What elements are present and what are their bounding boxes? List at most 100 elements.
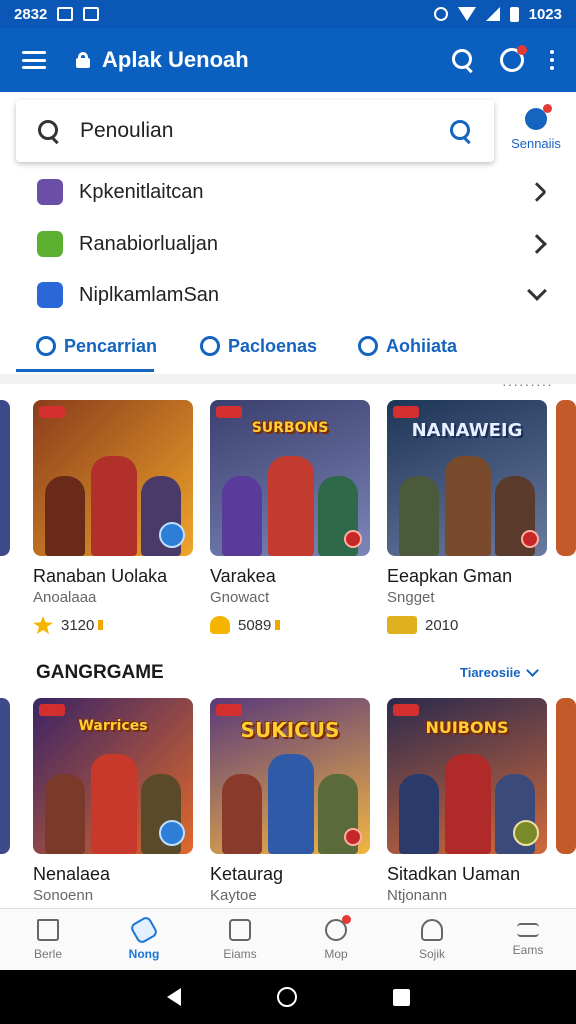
sennaiis-button[interactable]: Sennaiis xyxy=(500,104,572,156)
game-rating: 3120 xyxy=(33,616,193,634)
drag-handle[interactable]: ········· xyxy=(502,377,553,391)
character-figure xyxy=(222,476,262,556)
game-thumbnail: SURBONS xyxy=(210,400,370,556)
partial-card-left[interactable] xyxy=(0,698,10,854)
new-badge xyxy=(39,406,65,418)
location-pin-icon xyxy=(527,234,547,254)
game-rating: 2010 xyxy=(387,616,547,634)
badge-icon xyxy=(344,828,362,846)
list-icon xyxy=(229,919,251,941)
game-card[interactable]: SURBONS Varakea Gnowact 5089 xyxy=(210,400,370,634)
nav-item-berle[interactable]: Berle xyxy=(0,909,96,970)
game-subtitle: Gnowact xyxy=(210,589,270,606)
suggestion-item[interactable]: Ranabiorlualjan xyxy=(0,219,576,269)
chevron-down-icon xyxy=(526,663,540,677)
nav-label: Mop xyxy=(324,947,348,961)
wifi-icon xyxy=(457,7,476,21)
game-card[interactable]: SUKICUS Ketaurag Kaytoe xyxy=(210,698,370,904)
game-thumbnail: Warrices xyxy=(33,698,193,854)
character-figure xyxy=(268,754,314,854)
search-bar xyxy=(16,100,494,162)
game-app-icon xyxy=(37,179,63,205)
menu-icon[interactable] xyxy=(22,51,46,69)
signal-icon xyxy=(485,7,500,21)
nav-label: Sojik xyxy=(418,947,445,961)
search-submit-icon[interactable] xyxy=(450,120,472,142)
coin-icon xyxy=(275,620,281,630)
nav-item-mop[interactable]: Mop xyxy=(288,909,384,970)
game-card[interactable]: Ranaban Uolaka Anoalaaa 3120 xyxy=(33,400,193,634)
nav-item-eams[interactable]: Eams xyxy=(480,909,576,970)
suggestion-item[interactable]: Kpkenitlaitcan xyxy=(0,167,576,217)
system-navigation-bar xyxy=(0,970,576,1024)
character-figure xyxy=(399,476,439,556)
nav-item-eiams[interactable]: Eiams xyxy=(192,909,288,970)
suggestion-label: Kpkenitlaitcan xyxy=(79,180,204,203)
see-more-label: Tiareosiie xyxy=(460,665,521,680)
tab-pacloenas[interactable]: Pacloenas xyxy=(200,322,317,370)
character-figure xyxy=(445,456,491,556)
search-input[interactable] xyxy=(80,119,442,143)
game-logo: NANAWEIG xyxy=(411,420,523,441)
crown-icon xyxy=(210,616,230,634)
notification-icon-2 xyxy=(83,7,100,21)
game-card[interactable]: NUIBONS Sitadkan Uaman Ntjonann xyxy=(387,698,547,904)
partial-card-right[interactable] xyxy=(556,400,576,556)
new-badge xyxy=(39,704,65,716)
location-pin-icon xyxy=(527,182,547,202)
tab-label: Pencarrian xyxy=(64,335,158,356)
green-app-icon xyxy=(37,231,63,257)
compass-icon xyxy=(358,336,378,356)
lock-icon xyxy=(76,52,90,68)
game-card[interactable]: Warrices Nenalaea Sonoenn xyxy=(33,698,193,904)
notification-bell-icon[interactable] xyxy=(500,45,527,72)
home-icon xyxy=(37,919,59,941)
home-button-icon[interactable] xyxy=(276,987,297,1007)
suggestion-item[interactable]: NiplkamlamSan xyxy=(0,270,576,320)
nav-label: Berle xyxy=(33,947,62,961)
nav-label: Eams xyxy=(512,943,544,957)
new-badge xyxy=(216,406,242,418)
star-icon xyxy=(33,616,53,634)
game-logo: SUKICUS xyxy=(240,718,340,742)
game-title: Varakea xyxy=(210,566,276,586)
game-title: Eeapkan Gman xyxy=(387,566,513,586)
game-logo: NUIBONS xyxy=(425,718,509,737)
partial-card-right[interactable] xyxy=(556,698,576,854)
recents-icon[interactable] xyxy=(392,988,410,1006)
tab-label: Pacloenas xyxy=(228,335,318,356)
tab-pencarrian[interactable]: Pencarrian xyxy=(36,322,157,370)
app-title: Aplak Uenoah xyxy=(102,47,249,72)
game-subtitle: Sonoenn xyxy=(33,887,94,904)
active-tab-indicator xyxy=(16,369,154,372)
character-figure xyxy=(45,774,85,854)
game-thumbnail: NANAWEIG xyxy=(387,400,547,556)
see-more-link[interactable]: Tiareosiie xyxy=(460,663,540,680)
suggestion-label: NiplkamlamSan xyxy=(79,283,220,306)
tab-aohiiata[interactable]: Aohiiata xyxy=(358,322,457,370)
partial-card-left[interactable] xyxy=(0,400,10,556)
coin-icon xyxy=(98,620,104,630)
nav-item-nong[interactable]: Nong xyxy=(96,909,192,970)
search-icon[interactable] xyxy=(452,49,474,71)
new-badge xyxy=(216,704,242,716)
status-clock: 1023 xyxy=(528,5,562,23)
character-figure xyxy=(91,456,137,556)
more-options-icon[interactable] xyxy=(550,50,554,70)
search-icon xyxy=(38,120,60,142)
chat-icon xyxy=(525,104,552,130)
person-icon xyxy=(421,919,443,941)
game-thumbnail: SUKICUS xyxy=(210,698,370,854)
status-bar: 2832 1023 xyxy=(0,0,576,28)
character-figure xyxy=(222,774,262,854)
badge-icon xyxy=(521,530,539,548)
tab-bar: Pencarrian Pacloenas Aohiiata xyxy=(0,322,576,374)
status-time: 2832 xyxy=(14,5,48,23)
chevron-down-icon xyxy=(527,281,547,301)
back-icon[interactable] xyxy=(166,988,181,1006)
nav-item-sojik[interactable]: Sojik xyxy=(384,909,480,970)
search-icon xyxy=(36,336,56,356)
game-title: Sitadkan Uaman xyxy=(387,864,521,884)
game-thumbnail: NUIBONS xyxy=(387,698,547,854)
game-card[interactable]: NANAWEIG Eeapkan Gman Sngget 2010 xyxy=(387,400,547,634)
